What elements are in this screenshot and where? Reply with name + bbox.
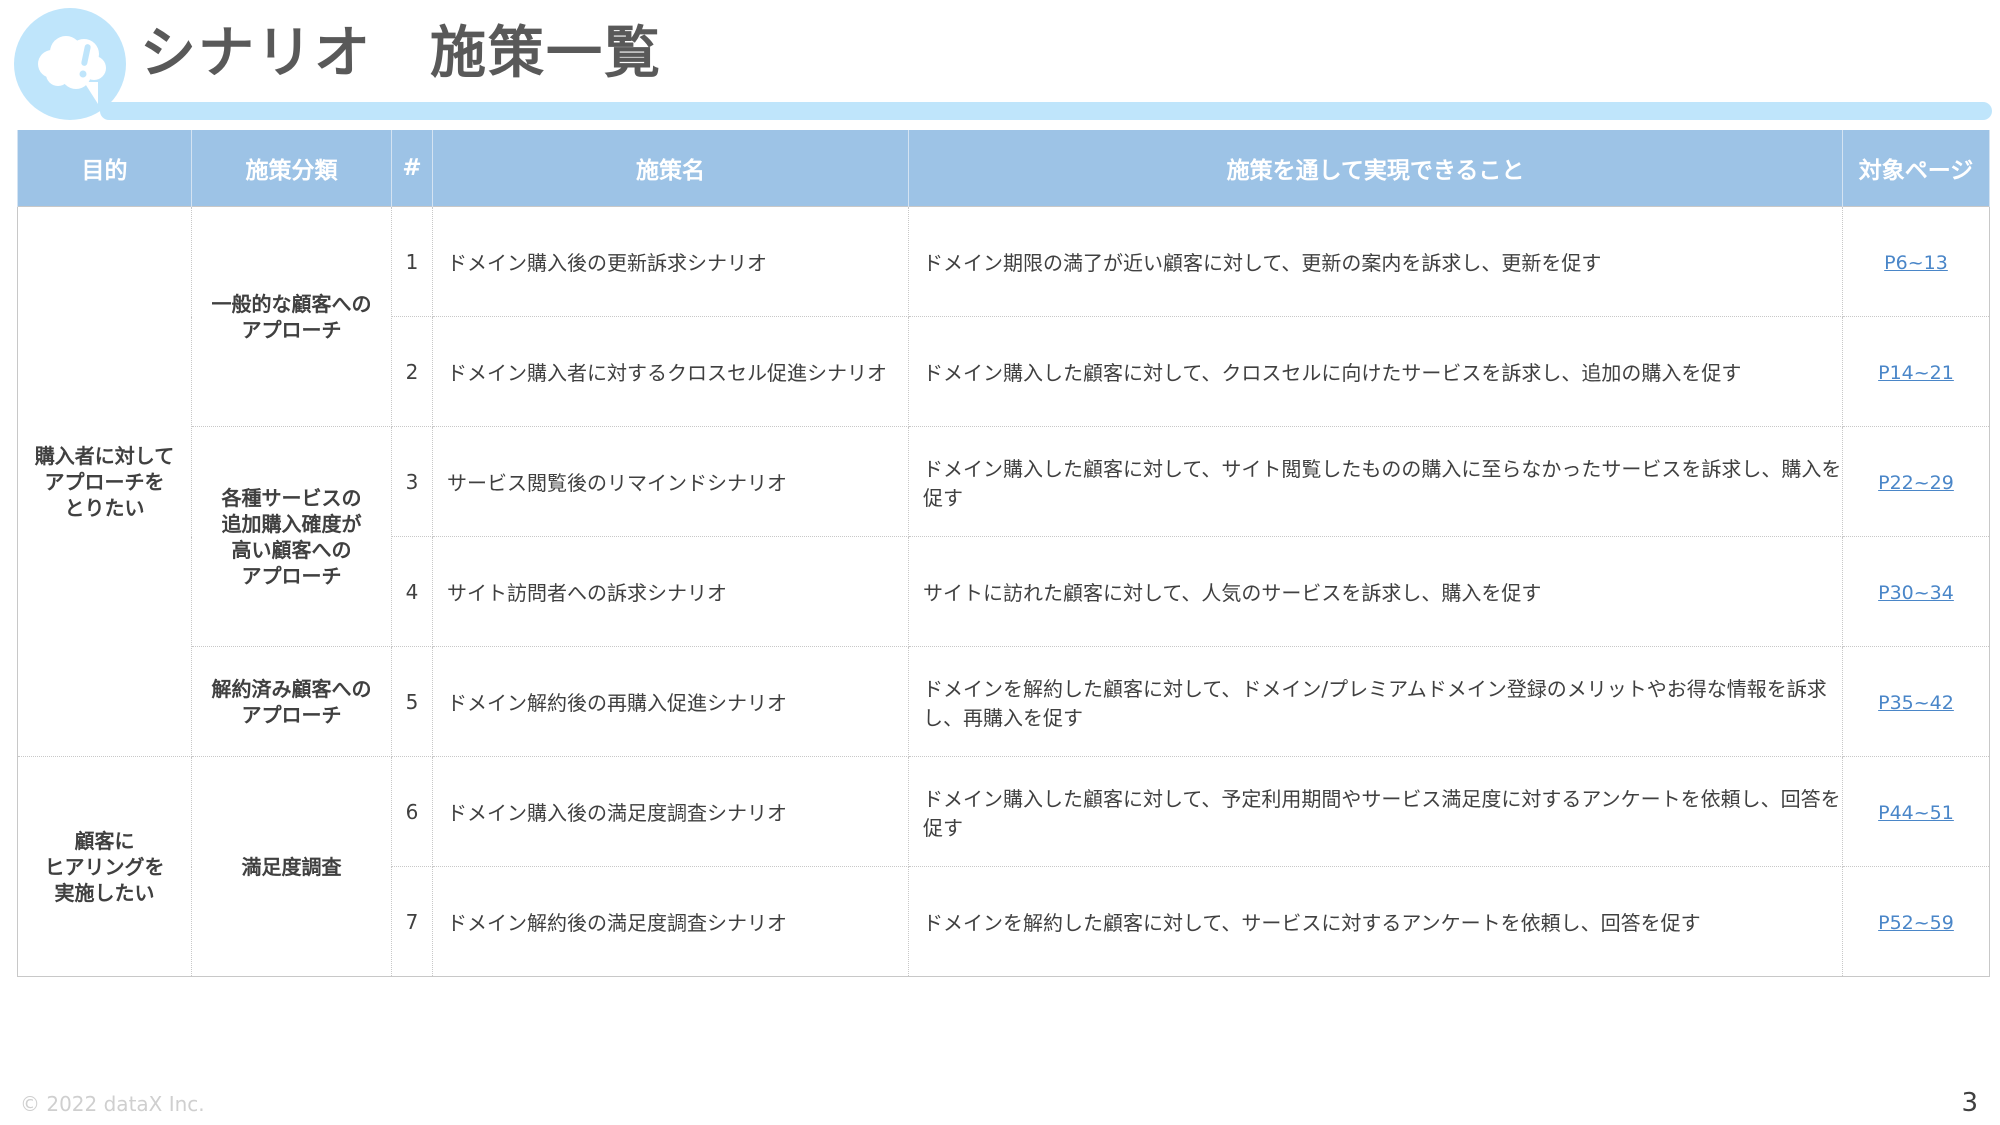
purpose-label: 顧客に ヒアリングを 実施したい [44, 828, 165, 905]
category-label: 各種サービスの 追加購入確度が 高い顧客への アプローチ [221, 485, 362, 588]
row-number: 1 [391, 206, 433, 317]
category-cell: 一般的な顧客への アプローチ [191, 206, 392, 427]
scenario-description: ドメイン期限の満了が近い顧客に対して、更新の案内を訴求し、更新を促す [908, 206, 1843, 317]
page-number: 3 [1961, 1088, 1978, 1118]
category-cell: 満足度調査 [191, 756, 392, 977]
category-label: 一般的な顧客への アプローチ [211, 291, 372, 342]
column-header-number: # [391, 130, 433, 207]
scenario-name: ドメイン購入後の更新訴求シナリオ [432, 206, 909, 317]
column-header-description: 施策を通して実現できること [908, 130, 1843, 207]
category-cell: 解約済み顧客への アプローチ [191, 646, 392, 757]
category-cell: 各種サービスの 追加購入確度が 高い顧客への アプローチ [191, 426, 392, 647]
purpose-label: 購入者に対して アプローチを とりたい [34, 443, 175, 520]
copyright-notice: © 2022 dataX Inc. [20, 1092, 205, 1116]
purpose-cell: 購入者に対して アプローチを とりたい [17, 206, 192, 757]
table-row: 購入者に対して アプローチを とりたい 一般的な顧客への アプローチ 1 ドメイ… [17, 206, 1990, 757]
target-page-cell: P22~29 [1842, 426, 1990, 537]
column-header-category: 施策分類 [191, 130, 392, 207]
target-page-link[interactable]: P14~21 [1878, 362, 1954, 384]
target-page-link[interactable]: P6~13 [1884, 252, 1948, 274]
table-row: 顧客に ヒアリングを 実施したい 満足度調査 6 ドメイン購入後の満足度調査シナ… [17, 756, 1990, 977]
category-label: 満足度調査 [241, 854, 342, 879]
scenario-description: サイトに訪れた顧客に対して、人気のサービスを訴求し、購入を促す [908, 536, 1843, 647]
scenario-name: ドメイン購入者に対するクロスセル促進シナリオ [432, 316, 909, 427]
slide: シナリオ 施策一覧 目的 施策分類 # 施策名 施策を通して実現できること 対象… [0, 0, 2000, 1125]
scenario-name: サービス閲覧後のリマインドシナリオ [432, 426, 909, 537]
target-page-link[interactable]: P22~29 [1878, 472, 1954, 494]
row-number: 2 [391, 316, 433, 427]
scenario-name: ドメイン購入後の満足度調査シナリオ [432, 756, 909, 867]
table-row: 各種サービスの 追加購入確度が 高い顧客への アプローチ 3 サービス閲覧後のリ… [18, 426, 1990, 647]
target-page-cell: P14~21 [1842, 316, 1990, 427]
thought-bubble-exclamation-icon [38, 36, 106, 104]
row-number: 4 [391, 536, 433, 647]
scenario-name: ドメイン解約後の満足度調査シナリオ [432, 866, 909, 977]
column-header-target-page: 対象ページ [1842, 130, 1990, 207]
column-header-name: 施策名 [432, 130, 909, 207]
scenario-description: ドメインを解約した顧客に対して、サービスに対するアンケートを依頼し、回答を促す [908, 866, 1843, 977]
scenario-description: ドメイン購入した顧客に対して、クロスセルに向けたサービスを訴求し、追加の購入を促… [908, 316, 1843, 427]
title-underline-bar [100, 102, 1992, 120]
scenario-description: ドメイン購入した顧客に対して、予定利用期間やサービス満足度に対するアンケートを依… [908, 756, 1843, 867]
page-title: シナリオ 施策一覧 [140, 21, 662, 86]
logo-circle [14, 8, 126, 120]
target-page-link[interactable]: P35~42 [1878, 692, 1954, 714]
target-page-cell: P35~42 [1842, 646, 1990, 757]
scenario-description: ドメインを解約した顧客に対して、ドメイン/プレミアムドメイン登録のメリットやお得… [908, 646, 1843, 757]
target-page-cell: P6~13 [1842, 206, 1990, 317]
row-number: 5 [391, 646, 433, 757]
scenario-name: ドメイン解約後の再購入促進シナリオ [432, 646, 909, 757]
purpose-cell: 顧客に ヒアリングを 実施したい [17, 756, 192, 977]
target-page-link[interactable]: P52~59 [1878, 912, 1954, 934]
scenario-name: サイト訪問者への訴求シナリオ [432, 536, 909, 647]
target-page-link[interactable]: P30~34 [1878, 582, 1954, 604]
category-label: 解約済み顧客への アプローチ [211, 676, 372, 727]
column-header-purpose: 目的 [17, 130, 192, 207]
target-page-cell: P30~34 [1842, 536, 1990, 647]
target-page-cell: P52~59 [1842, 866, 1990, 977]
scenario-table: 目的 施策分類 # 施策名 施策を通して実現できること 対象ページ 購入者に対し… [17, 130, 1990, 977]
target-page-link[interactable]: P44~51 [1878, 802, 1954, 824]
scenario-description: ドメイン購入した顧客に対して、サイト閲覧したものの購入に至らなかったサービスを訴… [908, 426, 1843, 537]
row-number: 6 [391, 756, 433, 867]
table-row: 解約済み顧客への アプローチ 5 ドメイン解約後の再購入促進シナリオ ドメインを… [18, 646, 1990, 757]
row-number: 7 [391, 866, 433, 977]
row-number: 3 [391, 426, 433, 537]
target-page-cell: P44~51 [1842, 756, 1990, 867]
table-header-row: 目的 施策分類 # 施策名 施策を通して実現できること 対象ページ [17, 130, 1990, 207]
